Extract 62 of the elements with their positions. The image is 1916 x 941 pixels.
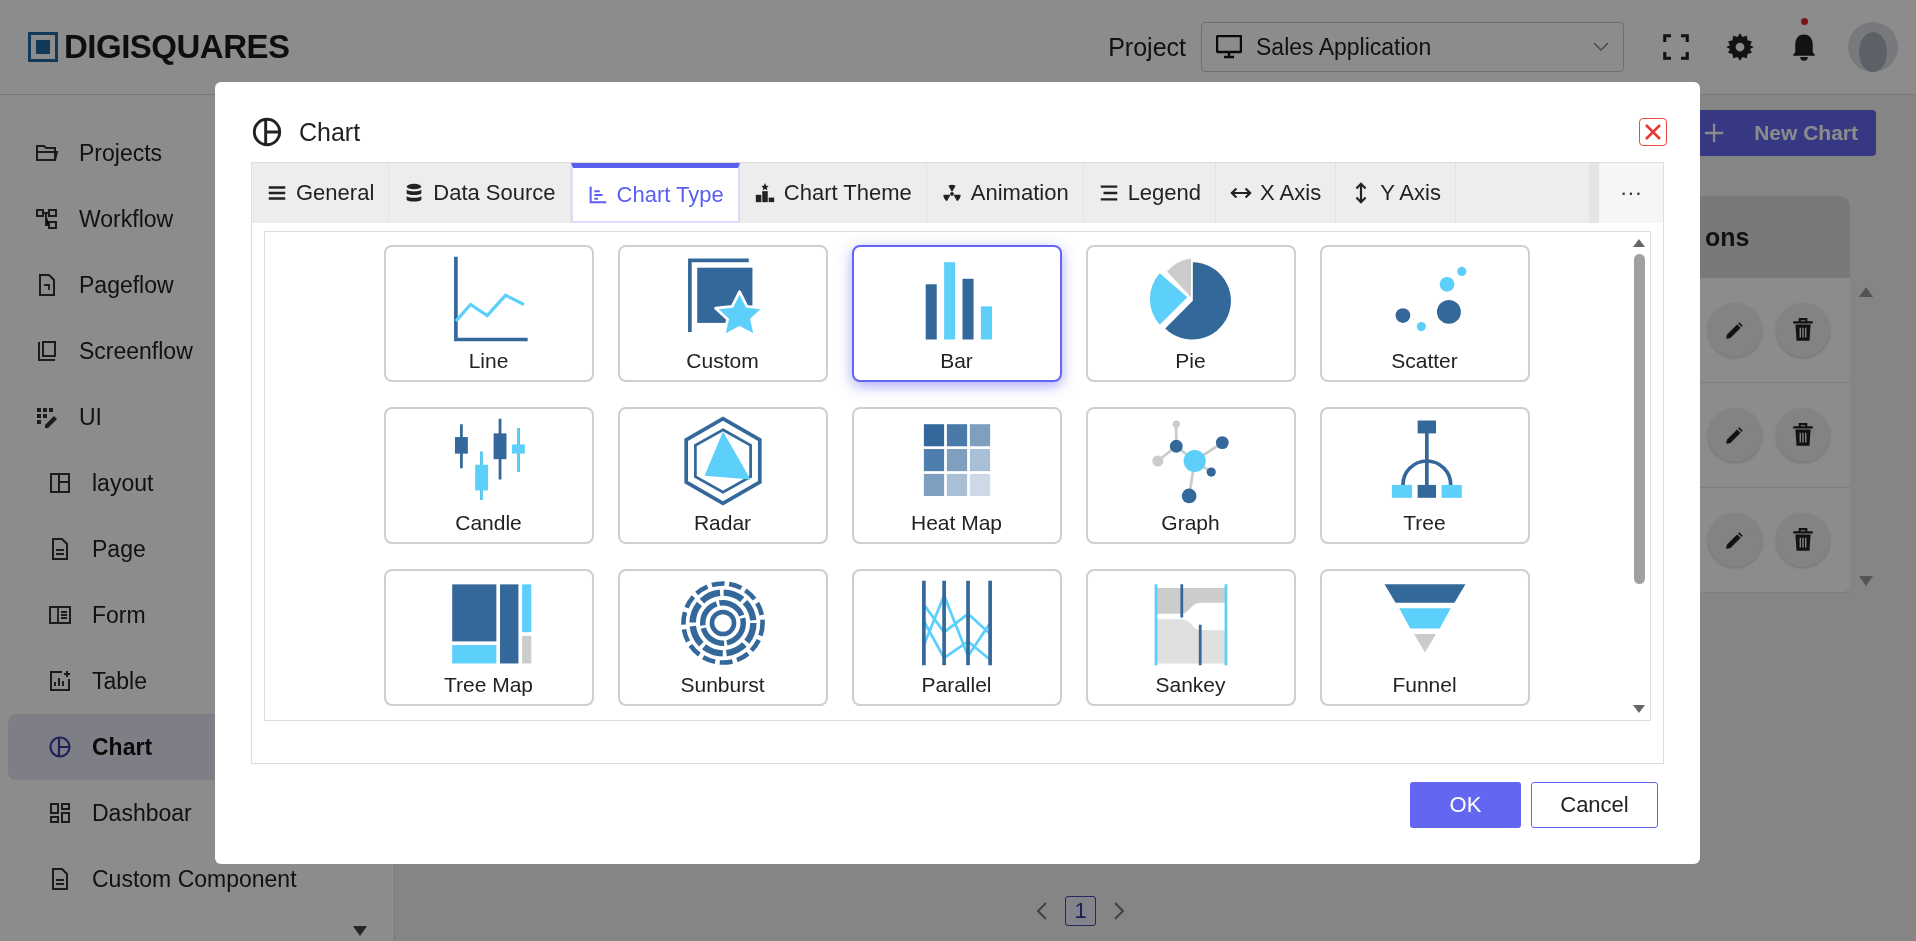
podium-icon <box>753 182 776 204</box>
logo-icon <box>28 32 58 62</box>
radiation-icon <box>940 182 963 204</box>
chart-type-card[interactable]: Sankey <box>1085 569 1296 706</box>
chart-type-card[interactable]: Tree Map <box>383 569 594 706</box>
ok-button[interactable]: OK <box>1410 782 1521 828</box>
chart-type-card[interactable]: Candle <box>383 407 594 544</box>
delete-button[interactable] <box>1776 513 1830 567</box>
trash-icon <box>1790 422 1816 448</box>
scroll-down-arrow[interactable] <box>1632 704 1646 714</box>
cancel-button[interactable]: Cancel <box>1531 782 1658 828</box>
chart-type-card[interactable]: Radar <box>617 407 828 544</box>
close-button[interactable] <box>1639 118 1667 146</box>
sidebar-item[interactable]: Dashboar <box>8 780 394 846</box>
workflow-icon <box>35 207 59 231</box>
chevron-down-icon <box>1593 42 1609 52</box>
delete-button[interactable] <box>1776 303 1830 357</box>
more-tabs-button[interactable]: ··· <box>1589 163 1663 223</box>
chart-type-card[interactable]: Custom <box>617 245 828 382</box>
plus-icon <box>1704 122 1725 144</box>
monitor-icon <box>1216 35 1242 59</box>
scrollbar-thumb[interactable] <box>1633 254 1645 584</box>
chart-type-card[interactable]: Pie <box>1085 245 1296 382</box>
book-icon <box>35 339 59 363</box>
notification-dot <box>1801 18 1808 25</box>
project-label: Project <box>1108 32 1186 62</box>
grid-pencil-icon <box>35 405 59 429</box>
dialog-title: Chart <box>299 117 361 147</box>
trash-icon <box>1790 317 1816 343</box>
next-page-icon[interactable] <box>1111 901 1126 921</box>
close-icon <box>1643 122 1663 142</box>
chart-type-card[interactable]: Sunburst <box>617 569 828 706</box>
trash-icon <box>1790 527 1816 553</box>
chart-type-card[interactable]: Parallel <box>851 569 1062 706</box>
edit-button[interactable] <box>1708 513 1762 567</box>
pie-chart-icon <box>251 116 283 148</box>
chart-type-card[interactable]: Funnel <box>1319 569 1530 706</box>
column-header: ons <box>1705 222 1750 252</box>
tab[interactable]: Chart Type <box>570 163 740 223</box>
chart-type-card[interactable]: Heat Map <box>851 407 1062 544</box>
dashboard-icon <box>48 801 72 825</box>
chart-type-card[interactable]: Bar <box>851 245 1062 382</box>
chart-type-card[interactable]: Scatter <box>1319 245 1530 382</box>
edit-button[interactable] <box>1708 408 1762 462</box>
previous-page-icon[interactable] <box>1035 901 1050 921</box>
chart-type-card[interactable]: Graph <box>1085 407 1296 544</box>
edit-button[interactable] <box>1708 303 1762 357</box>
chart-plus-icon <box>48 669 72 693</box>
scroll-down-arrow[interactable] <box>352 925 368 937</box>
chart-type-card[interactable]: Tree <box>1319 407 1530 544</box>
project-select[interactable]: Sales Application <box>1201 22 1624 72</box>
form-icon <box>48 603 72 627</box>
scroll-up-arrow[interactable] <box>1632 238 1646 248</box>
pie-chart-icon <box>48 735 72 759</box>
fullscreen-icon[interactable] <box>1661 32 1691 62</box>
logo-text: DIGISQUARES <box>64 28 290 66</box>
chart-type-card[interactable]: Line <box>383 245 594 382</box>
sidebar-item[interactable]: Custom Component <box>8 846 394 912</box>
layout-icon <box>48 471 72 495</box>
settings-icon[interactable] <box>1725 32 1755 62</box>
page-number[interactable]: 1 <box>1065 896 1096 926</box>
delete-button[interactable] <box>1776 408 1830 462</box>
